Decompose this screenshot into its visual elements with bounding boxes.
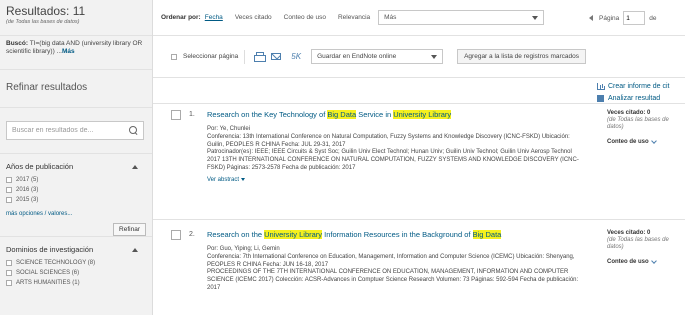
record-authors: Por: Guo, Yiping; Li, Gemin — [207, 246, 280, 252]
facet-years-header[interactable]: Años de publicación — [0, 154, 152, 171]
facet-item[interactable]: SCIENCE TECHNOLOGY (8) — [6, 258, 146, 268]
print-icon[interactable] — [254, 52, 267, 62]
facet-item[interactable]: ARTS HUMANITIES (1) — [6, 278, 146, 288]
analyze-icon — [597, 94, 604, 102]
pager: Página de — [589, 11, 656, 25]
checkbox[interactable] — [6, 270, 12, 276]
record-sponsors: Patrocinador(es): IEEE; IEEE Circuits & … — [207, 149, 572, 156]
usage-count-toggle[interactable]: Conteo de uso — [607, 138, 685, 145]
email-icon[interactable] — [271, 53, 282, 60]
sort-option-usage[interactable]: Conteo de uso — [284, 14, 326, 21]
checkbox[interactable] — [6, 187, 12, 193]
record-number: 2. — [189, 231, 195, 238]
facet-domains-list: SCIENCE TECHNOLOGY (8) SOCIAL SCIENCES (… — [0, 254, 152, 288]
search-label: Buscó: — [6, 40, 29, 47]
bar-chart-icon — [597, 82, 605, 90]
sidebar: Resultados: 11 (de Todas las bases de da… — [0, 0, 153, 315]
times-cited: Veces citado: 0 — [607, 230, 651, 236]
record-metadata: Por: Ye, Chunlei Conferencia: 13th Inter… — [207, 126, 587, 173]
refine-search-input[interactable] — [12, 127, 129, 134]
results-count: Resultados: 11 — [6, 4, 86, 18]
page-label: Página — [599, 14, 620, 22]
select-page-label: Seleccionar página — [183, 53, 239, 60]
record-number: 1. — [189, 111, 195, 118]
record-proceedings: PROCEEDINGS OF THE 7TH INTERNATIONAL CON… — [207, 269, 579, 291]
export-5k-icon[interactable]: 5K — [291, 52, 301, 61]
search-query: Buscó: TI=(big data AND (university libr… — [0, 36, 152, 70]
collapse-up-icon[interactable] — [132, 164, 138, 169]
facet-years-title: Años de publicación — [6, 162, 74, 171]
record-title-link[interactable]: Research on the University Library Infor… — [207, 230, 502, 239]
record-checkbox[interactable] — [171, 110, 181, 120]
results-count-sub: (de Todas las bases de datos) — [6, 19, 80, 25]
sort-more-select[interactable]: Más — [378, 10, 545, 25]
facet-domains-header[interactable]: Dominios de investigación — [0, 237, 152, 254]
action-bar: Seleccionar página 5K Guardar en EndNote… — [153, 36, 685, 78]
search-icon[interactable] — [129, 126, 138, 135]
refine-button[interactable]: Refinar — [113, 223, 146, 236]
record-checkbox[interactable] — [171, 230, 181, 240]
more-options-row: más opciones / valores... Refinar — [0, 205, 152, 236]
page-suffix: de — [649, 14, 657, 22]
collapse-up-icon[interactable] — [132, 247, 138, 252]
previous-page-icon[interactable] — [589, 15, 593, 21]
record-title-link[interactable]: Research on the Key Technology of Big Da… — [207, 110, 452, 119]
sort-label: Ordenar por: — [161, 14, 201, 21]
facet-years-list: 2017 (5) 2016 (3) 2015 (3) — [0, 171, 152, 205]
facet-item[interactable]: SOCIAL SCIENCES (6) — [6, 268, 146, 278]
view-abstract-link[interactable]: Ver abstract — [207, 177, 587, 183]
record-conference: Conferencia: 13th International Conferen… — [207, 133, 570, 148]
select-page-checkbox[interactable] — [171, 53, 177, 60]
record-authors: Por: Ye, Chunlei — [207, 126, 251, 132]
facet-item[interactable]: 2015 (3) — [6, 195, 146, 205]
right-links: Crear informe de cit Analizar resultad — [597, 80, 669, 104]
sort-option-times-cited[interactable]: Veces citado — [235, 14, 272, 21]
chevron-down-icon — [650, 138, 657, 144]
chevron-down-icon — [431, 54, 438, 59]
sort-bar: Ordenar por: Fecha Veces citado Conteo d… — [153, 0, 685, 36]
page-input[interactable] — [623, 11, 646, 25]
add-to-marked-list-button[interactable]: Agregar a la lista de registros marcados — [457, 49, 586, 64]
record-citations: Veces citado: 0 (de Todas las bases de d… — [607, 110, 685, 145]
chevron-down-icon — [650, 258, 657, 264]
search-more-link[interactable]: Más — [62, 48, 75, 55]
checkbox[interactable] — [6, 177, 12, 183]
usage-count-toggle[interactable]: Conteo de uso — [607, 258, 685, 265]
record-conference: Conferencia: 7th International Conferenc… — [207, 253, 575, 268]
sort-option-date[interactable]: Fecha — [205, 14, 223, 21]
caret-down-icon — [241, 178, 246, 182]
times-cited: Veces citado: 0 — [607, 110, 651, 116]
times-cited-sub: (de Todas las bases de datos) — [607, 237, 669, 250]
record-citations: Veces citado: 0 (de Todas las bases de d… — [607, 230, 685, 265]
results-header: Resultados: 11 (de Todas las bases de da… — [0, 0, 152, 36]
save-to-endnote-select[interactable]: Guardar en EndNote online — [311, 49, 444, 64]
refine-title: Refinar resultados — [0, 70, 152, 108]
facet-domains-title: Dominios de investigación — [6, 245, 94, 254]
more-options-link[interactable]: más opciones / valores... — [6, 211, 72, 217]
checkbox[interactable] — [6, 280, 12, 286]
chevron-down-icon — [532, 15, 539, 20]
checkbox[interactable] — [6, 197, 12, 203]
sort-option-relevance[interactable]: Relevancia — [338, 14, 370, 21]
citation-report-link[interactable]: Crear informe de cit — [597, 80, 669, 92]
facet-item[interactable]: 2016 (3) — [6, 185, 146, 195]
times-cited-sub: (de Todas las bases de datos) — [607, 117, 669, 130]
checkbox[interactable] — [6, 260, 12, 266]
record-proceedings: 2017 13TH INTERNATIONAL CONFERENCE ON NA… — [207, 157, 579, 171]
facet-item[interactable]: 2017 (5) — [6, 175, 146, 185]
refine-search-box[interactable] — [6, 121, 144, 140]
record-metadata: Por: Guo, Yiping; Li, Gemin Conferencia:… — [207, 246, 587, 293]
